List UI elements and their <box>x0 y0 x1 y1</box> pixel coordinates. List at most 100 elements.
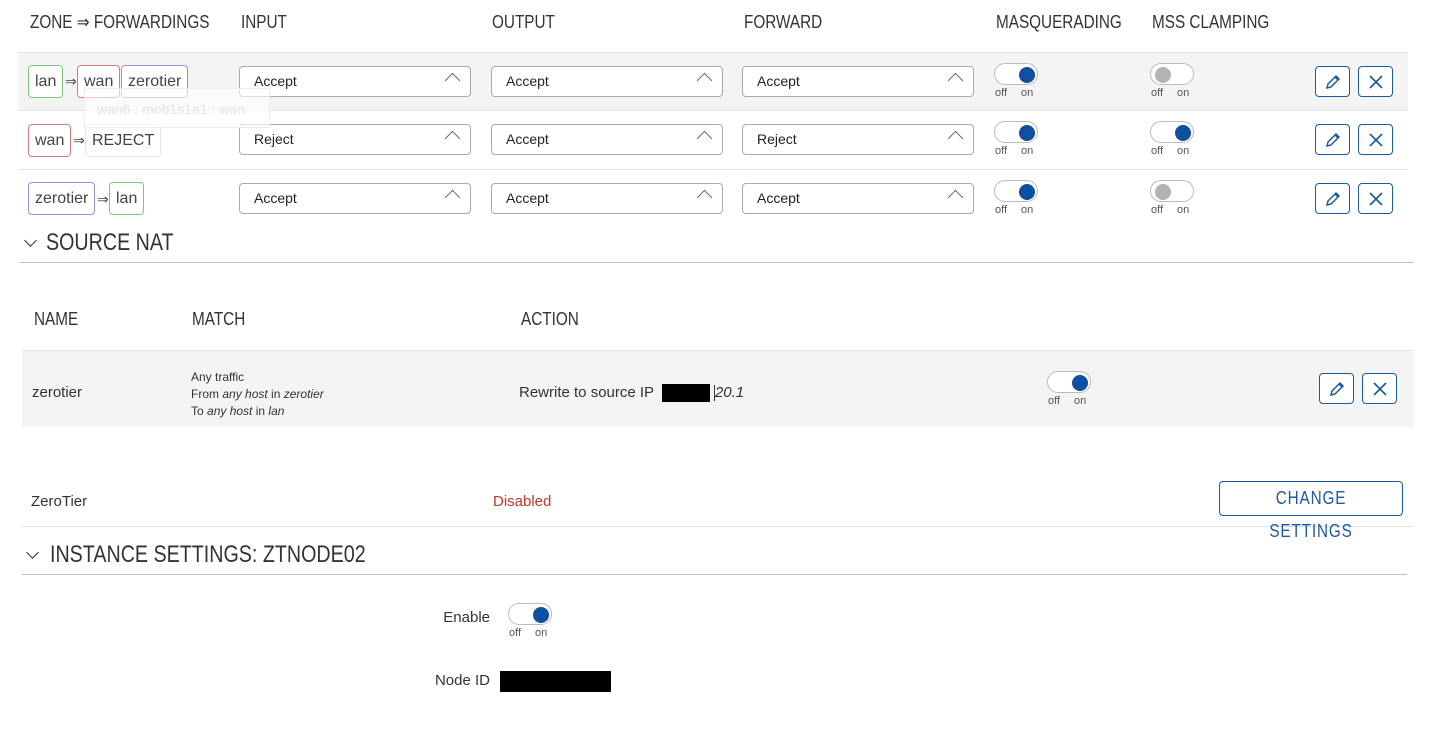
toggle-off-label: off <box>995 87 1008 99</box>
chevron-down-icon <box>24 234 37 247</box>
change-settings-button[interactable]: CHANGE SETTINGS <box>1219 481 1403 541</box>
toggle-track <box>1150 180 1194 202</box>
chevron-up-icon <box>444 130 461 147</box>
section-title: SOURCE NAT <box>46 229 174 256</box>
delete-button[interactable] <box>1358 183 1393 214</box>
forward-arrow: ⇒ <box>97 191 109 207</box>
close-icon <box>1372 381 1387 396</box>
edit-button[interactable] <box>1315 124 1350 155</box>
toggle-knob <box>533 607 549 623</box>
pencil-icon <box>1325 74 1340 89</box>
header-name: NAME <box>34 309 79 329</box>
header-input: INPUT <box>241 12 287 32</box>
section-title: INSTANCE SETTINGS: ZTNODE02 <box>50 541 366 568</box>
toggle-off-label: off <box>995 145 1008 157</box>
delete-button[interactable] <box>1358 124 1393 155</box>
toggle-knob <box>1155 184 1171 200</box>
node-id-label: Node ID <box>434 672 490 689</box>
toggle-track <box>1150 121 1194 143</box>
redacted-block <box>661 384 710 403</box>
toggle-knob <box>1072 375 1088 391</box>
edit-button[interactable] <box>1319 373 1354 404</box>
input-policy-select[interactable]: Accept <box>239 183 471 214</box>
toggle-on-label: on <box>1021 145 1034 157</box>
toggle-track <box>994 121 1038 143</box>
close-icon <box>1368 191 1383 206</box>
toggle-track <box>994 180 1038 202</box>
chevron-down-icon <box>26 546 39 559</box>
delete-button[interactable] <box>1362 373 1397 404</box>
output-policy-select[interactable]: Accept <box>491 124 723 155</box>
input-policy-select[interactable]: Reject <box>239 124 471 155</box>
toggle-track <box>994 63 1038 85</box>
source-nat-section-header[interactable]: SOURCE NAT <box>20 226 1414 263</box>
header-mss-clamping: MSS CLAMPING <box>1152 12 1270 32</box>
forward-policy-select[interactable]: Accept <box>742 183 974 214</box>
zone-chip-lan: lan <box>28 65 64 98</box>
zones-table-header: ZONE ⇒ FORWARDINGS INPUT OUTPUT FORWARD … <box>0 0 1440 48</box>
header-output: OUTPUT <box>492 12 555 32</box>
pencil-icon <box>1325 191 1340 206</box>
service-name: ZeroTier <box>31 493 88 510</box>
nat-rule-match: Any traffic From any host in zerotier To… <box>191 370 324 418</box>
zerotier-status-row: ZeroTier Disabled CHANGE SETTINGS <box>22 478 1414 541</box>
toggle-knob <box>1019 184 1035 200</box>
input-policy-select[interactable]: Accept <box>239 66 471 97</box>
zone-row-zerotier: zerotier ⇒ lan Accept Accept Accept off … <box>18 169 1408 227</box>
header-match: MATCH <box>192 309 246 329</box>
forward-policy-select[interactable]: Reject <box>742 124 974 155</box>
toggle-on-label: on <box>535 627 548 639</box>
zone-chip-zerotier: zerotier <box>28 182 96 215</box>
delete-button[interactable] <box>1358 66 1393 97</box>
chevron-up-icon <box>947 189 964 206</box>
mss-clamping-toggle[interactable]: off on <box>1150 180 1196 218</box>
edit-button[interactable] <box>1315 183 1350 214</box>
output-policy-select[interactable]: Accept <box>491 66 723 97</box>
chevron-up-icon <box>947 72 964 89</box>
toggle-track <box>508 603 552 625</box>
toggle-off-label: off <box>509 627 522 639</box>
chevron-up-icon <box>696 189 713 206</box>
mss-clamping-toggle[interactable]: off on <box>1150 63 1196 101</box>
service-status: Disabled <box>493 493 552 510</box>
toggle-knob <box>1175 125 1191 141</box>
output-policy-select[interactable]: Accept <box>491 183 723 214</box>
chevron-up-icon <box>444 72 461 89</box>
toggle-track <box>1150 63 1194 85</box>
instance-enable-toggle[interactable]: off on <box>508 603 554 641</box>
forward-arrow: ⇒ <box>65 73 77 89</box>
node-id-value-redacted <box>500 671 611 692</box>
header-masquerading: MASQUERADING <box>996 12 1122 32</box>
chevron-up-icon <box>696 72 713 89</box>
pencil-icon <box>1329 381 1344 396</box>
zone-chip-wan: wan <box>28 124 72 157</box>
nat-enable-toggle[interactable]: off on <box>1047 371 1093 409</box>
toggle-on-label: on <box>1021 87 1034 99</box>
toggle-off-label: off <box>995 204 1008 216</box>
pencil-icon <box>1325 132 1340 147</box>
close-icon <box>1368 132 1383 147</box>
chevron-up-icon <box>444 189 461 206</box>
forward-arrow: ⇒ <box>73 132 85 148</box>
forward-policy-select[interactable]: Accept <box>742 66 974 97</box>
toggle-on-label: on <box>1074 395 1087 407</box>
toggle-on-label: on <box>1021 204 1034 216</box>
edit-button[interactable] <box>1315 66 1350 97</box>
toggle-on-label: on <box>1177 204 1190 216</box>
toggle-off-label: off <box>1151 204 1164 216</box>
toggle-on-label: on <box>1177 87 1190 99</box>
toggle-knob <box>1155 67 1171 83</box>
nat-rule-action: Rewrite to source IP 20.1 <box>519 384 745 403</box>
header-forward: FORWARD <box>744 12 823 32</box>
chevron-up-icon <box>696 130 713 147</box>
instance-settings-section-header[interactable]: INSTANCE SETTINGS: ZTNODE02 <box>22 538 1407 575</box>
toggle-on-label: on <box>1177 145 1190 157</box>
forwarding-chip-lan: lan <box>109 182 145 215</box>
mss-clamping-toggle[interactable]: off on <box>1150 121 1196 159</box>
toggle-off-label: off <box>1048 395 1061 407</box>
chevron-up-icon <box>947 130 964 147</box>
masquerading-toggle[interactable]: off on <box>994 121 1040 159</box>
masquerading-toggle[interactable]: off on <box>994 63 1040 101</box>
header-zone-forwardings: ZONE ⇒ FORWARDINGS <box>30 12 210 32</box>
masquerading-toggle[interactable]: off on <box>994 180 1040 218</box>
